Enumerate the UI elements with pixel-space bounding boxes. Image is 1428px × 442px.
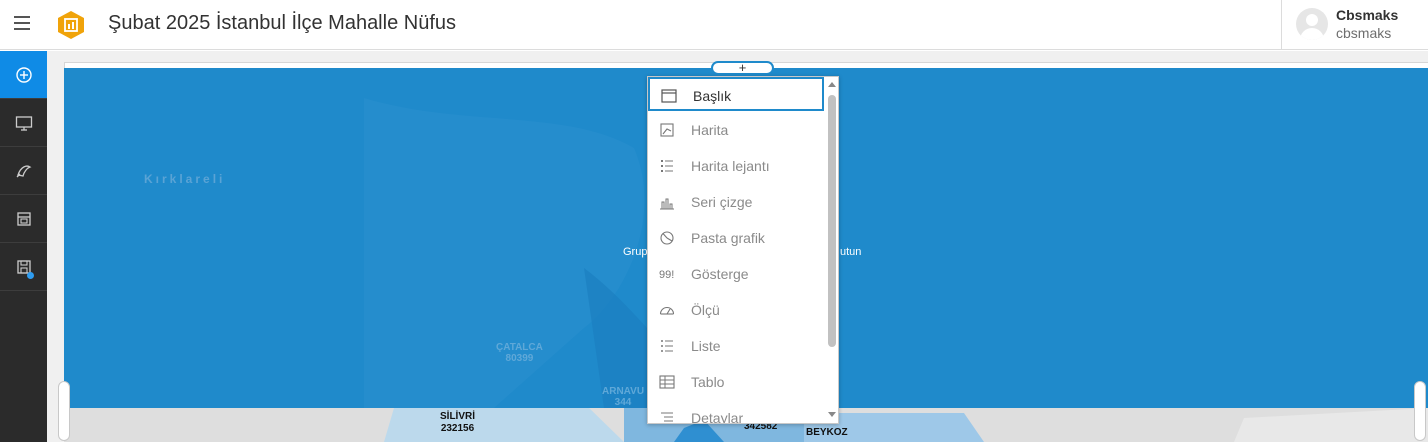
scrollbar-thumb[interactable] — [828, 95, 836, 347]
resize-handle-left[interactable] — [58, 381, 70, 441]
district-name: ARNAVU — [602, 386, 645, 397]
menu-icon[interactable] — [14, 16, 30, 30]
map-label-kirklareli: Kırklareli — [144, 172, 226, 186]
save-button[interactable] — [0, 243, 47, 291]
menu-item-label: Harita — [691, 122, 729, 138]
theme-button[interactable] — [0, 147, 47, 195]
map-label-arnavutkoy: ARNAVU 344 — [602, 386, 644, 408]
menu-item-details[interactable]: Detaylar — [648, 401, 824, 424]
district-population: 80399 — [505, 353, 534, 364]
district-name: SİLİVRİ — [440, 411, 476, 422]
menu-item-label: Harita lejantı — [691, 158, 770, 174]
map-label-grup: Grup — [623, 246, 648, 258]
menu-item-pie-chart[interactable]: Pasta grafik — [648, 221, 824, 255]
table-icon — [659, 375, 675, 389]
preview-icon — [16, 211, 31, 226]
legend-icon — [661, 160, 673, 172]
indicator-icon: 99! — [659, 269, 674, 281]
menu-item-gauge[interactable]: Ölçü — [648, 293, 824, 327]
map-label-catalca: ÇATALCA 80399 — [496, 342, 543, 364]
menu-item-label: Pasta grafik — [691, 230, 765, 246]
sidebar — [0, 51, 47, 442]
map-icon — [660, 123, 674, 137]
unsaved-badge — [27, 272, 34, 279]
list-icon — [661, 340, 673, 352]
user-menu[interactable]: Cbsmaks cbsmaks — [1281, 0, 1428, 50]
district-name: ÇATALCA — [496, 342, 543, 353]
menu-item-label: Tablo — [691, 374, 725, 390]
pie-chart-icon — [660, 231, 674, 245]
menu-item-label: Başlık — [693, 88, 732, 104]
map-label-sutun: utun — [840, 246, 862, 258]
menu-item-label: Ölçü — [691, 302, 720, 318]
menu-item-serial-chart[interactable]: Seri çizge — [648, 185, 824, 219]
monitor-icon — [15, 115, 32, 131]
menu-item-list[interactable]: Liste — [648, 329, 824, 363]
resize-handle-right[interactable] — [1414, 381, 1426, 441]
serial-chart-icon — [660, 198, 674, 210]
scroll-down-icon[interactable] — [828, 412, 836, 417]
user-username: cbsmaks — [1336, 25, 1392, 41]
avatar[interactable] — [1296, 8, 1328, 40]
district-population: 344 — [614, 397, 632, 408]
menu-item-table[interactable]: Tablo — [648, 365, 824, 399]
scroll-up-icon[interactable] — [828, 82, 836, 87]
dashboard-logo-icon — [57, 10, 85, 40]
menu-item-label: Liste — [691, 338, 721, 354]
menu-item-map[interactable]: Harita — [648, 113, 824, 147]
menu-item-legend[interactable]: Harita lejantı — [648, 149, 824, 183]
map-label-silivri: SİLİVRİ 232156 — [440, 411, 475, 435]
details-icon — [661, 412, 673, 422]
district-population: 232156 — [440, 423, 475, 434]
menu-item-label: Gösterge — [691, 266, 749, 282]
map-label-beykoz: BEYKOZ — [806, 427, 848, 438]
add-circle-icon — [15, 66, 32, 83]
menu-item-label: Detaylar — [691, 410, 744, 424]
menu-item-header[interactable]: Başlık — [648, 77, 824, 111]
menu-item-indicator[interactable]: 99! Gösterge — [648, 257, 824, 291]
theme-icon — [16, 164, 31, 177]
header-icon — [661, 89, 677, 103]
add-element-menu: Başlık Harita Harita lejantı Seri çizge … — [647, 76, 839, 424]
dashboard-settings-button[interactable] — [0, 99, 47, 147]
menu-item-label: Seri çizge — [691, 194, 753, 210]
page-title: Şubat 2025 İstanbul İlçe Mahalle Nüfus — [108, 12, 456, 34]
svg-text:99!: 99! — [659, 269, 674, 281]
user-name: Cbsmaks — [1336, 7, 1399, 23]
gauge-icon — [659, 306, 675, 315]
preview-button[interactable] — [0, 195, 47, 243]
top-bar: Şubat 2025 İstanbul İlçe Mahalle Nüfus C… — [0, 0, 1428, 50]
add-element-button[interactable] — [0, 51, 47, 99]
add-element-pill[interactable]: + — [711, 61, 774, 75]
menu-scrollbar[interactable] — [825, 77, 838, 423]
